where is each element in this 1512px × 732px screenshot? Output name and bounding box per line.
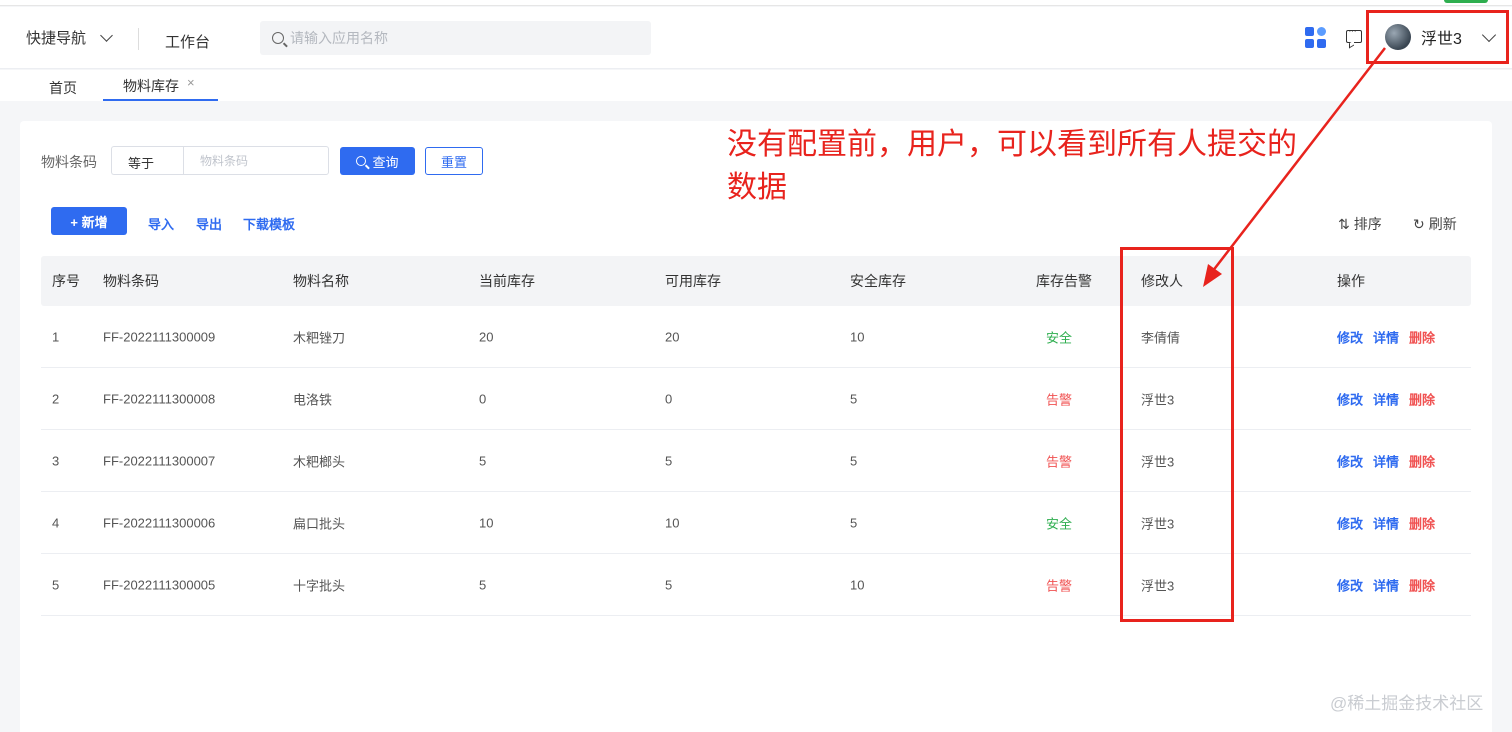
watermark: @稀土掘金技术社区 <box>1330 694 1484 713</box>
annotation-arrow <box>1203 47 1386 287</box>
